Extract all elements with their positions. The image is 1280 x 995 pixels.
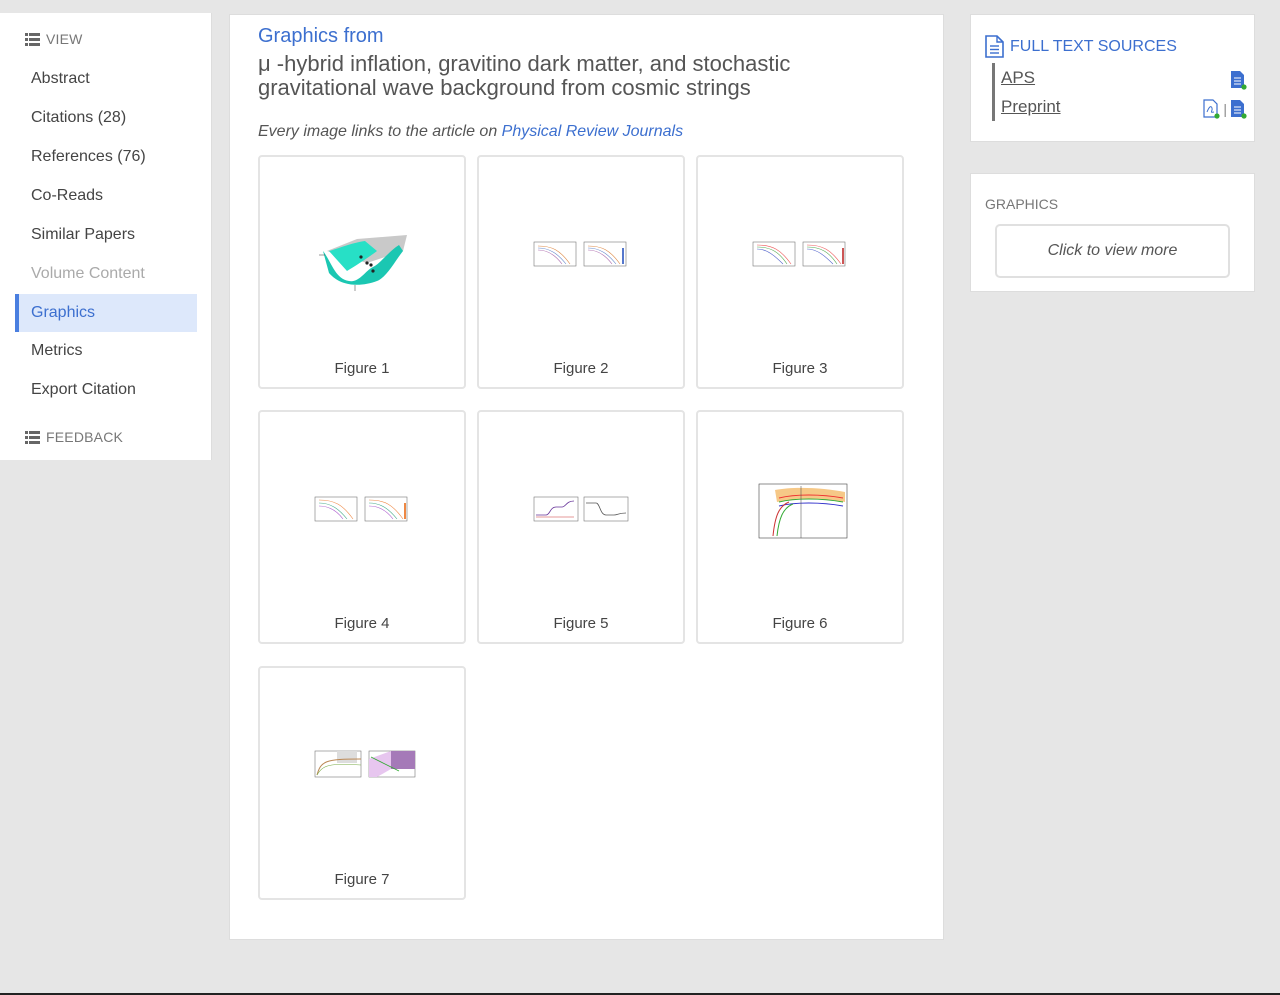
- sidebar-item-similar-papers[interactable]: Similar Papers: [15, 216, 197, 254]
- sidebar-item-graphics[interactable]: Graphics: [15, 294, 197, 332]
- figure-caption: Figure 7: [334, 871, 390, 888]
- full-text-sources-panel: FULL TEXT SOURCES APS Preprint |: [970, 14, 1255, 142]
- full-text-sources-header: FULL TEXT SOURCES: [985, 35, 1177, 58]
- figure-card-7[interactable]: Figure 7: [258, 666, 466, 900]
- figure-caption: Figure 4: [334, 615, 390, 632]
- figure-caption: Figure 1: [334, 360, 390, 377]
- sidebar-item-metrics[interactable]: Metrics: [15, 332, 197, 370]
- figure-card-4[interactable]: Figure 4: [258, 410, 466, 644]
- publisher-link[interactable]: Physical Review Journals: [502, 123, 683, 140]
- sidebar-item-references[interactable]: References (76): [15, 138, 197, 176]
- image-link-note: Every image links to the article on Phys…: [258, 123, 683, 141]
- list-icon: [25, 430, 40, 444]
- graphics-panel: GRAPHICS Click to view more: [970, 173, 1255, 292]
- figure-thumbnail[interactable]: [307, 732, 417, 802]
- sidebar-item-co-reads[interactable]: Co-Reads: [15, 177, 197, 215]
- note-text: Every image links to the article on: [258, 123, 498, 140]
- graphics-panel-header: GRAPHICS: [985, 196, 1059, 212]
- view-more-button[interactable]: Click to view more: [995, 224, 1230, 278]
- view-label: VIEW: [46, 31, 83, 47]
- sidebar-item-abstract[interactable]: Abstract: [15, 60, 197, 98]
- figure-thumbnail[interactable]: [526, 476, 636, 546]
- figure-caption: Figure 3: [772, 360, 828, 377]
- page-heading: Graphics from: [258, 25, 384, 47]
- aps-links: [1230, 70, 1247, 90]
- graphics-main-panel: Graphics from μ -hybrid inflation, gravi…: [229, 14, 944, 940]
- full-text-sources-label: FULL TEXT SOURCES: [1010, 37, 1177, 55]
- source-preprint[interactable]: Preprint: [1001, 97, 1061, 117]
- source-list: APS Preprint |: [992, 63, 1247, 121]
- link-separator: |: [1223, 101, 1227, 117]
- pdf-icon[interactable]: [1203, 99, 1220, 119]
- view-header: VIEW: [25, 29, 83, 49]
- figure-card-2[interactable]: Figure 2: [477, 155, 685, 389]
- figure-thumbnail[interactable]: [307, 476, 417, 546]
- paper-title: μ -hybrid inflation, gravitino dark matt…: [258, 51, 791, 100]
- list-icon: [25, 32, 40, 46]
- figure-thumbnail[interactable]: [745, 476, 855, 546]
- figure-card-3[interactable]: Figure 3: [696, 155, 904, 389]
- preprint-links: |: [1203, 99, 1247, 119]
- html-document-icon[interactable]: [1230, 70, 1247, 90]
- sidebar-item-citations[interactable]: Citations (28): [15, 99, 197, 137]
- figure-card-5[interactable]: Figure 5: [477, 410, 685, 644]
- left-sidebar: VIEW Abstract Citations (28) References …: [0, 13, 212, 460]
- source-aps[interactable]: APS: [1001, 68, 1035, 88]
- figure-thumbnail[interactable]: [526, 221, 636, 291]
- feedback-label: FEEDBACK: [46, 429, 124, 445]
- sidebar-item-export-citation[interactable]: Export Citation: [15, 371, 197, 409]
- figure-caption: Figure 5: [553, 615, 609, 632]
- figure-thumbnail[interactable]: [307, 221, 417, 291]
- figure-caption: Figure 2: [553, 360, 609, 377]
- figure-card-6[interactable]: Figure 6: [696, 410, 904, 644]
- feedback-header[interactable]: FEEDBACK: [25, 427, 123, 447]
- figure-card-1[interactable]: Figure 1: [258, 155, 466, 389]
- figure-thumbnail[interactable]: [745, 221, 855, 291]
- sidebar-item-volume-content: Volume Content: [31, 265, 145, 282]
- html-document-icon[interactable]: [1230, 99, 1247, 119]
- figure-caption: Figure 6: [772, 615, 828, 632]
- document-icon: [985, 35, 1004, 58]
